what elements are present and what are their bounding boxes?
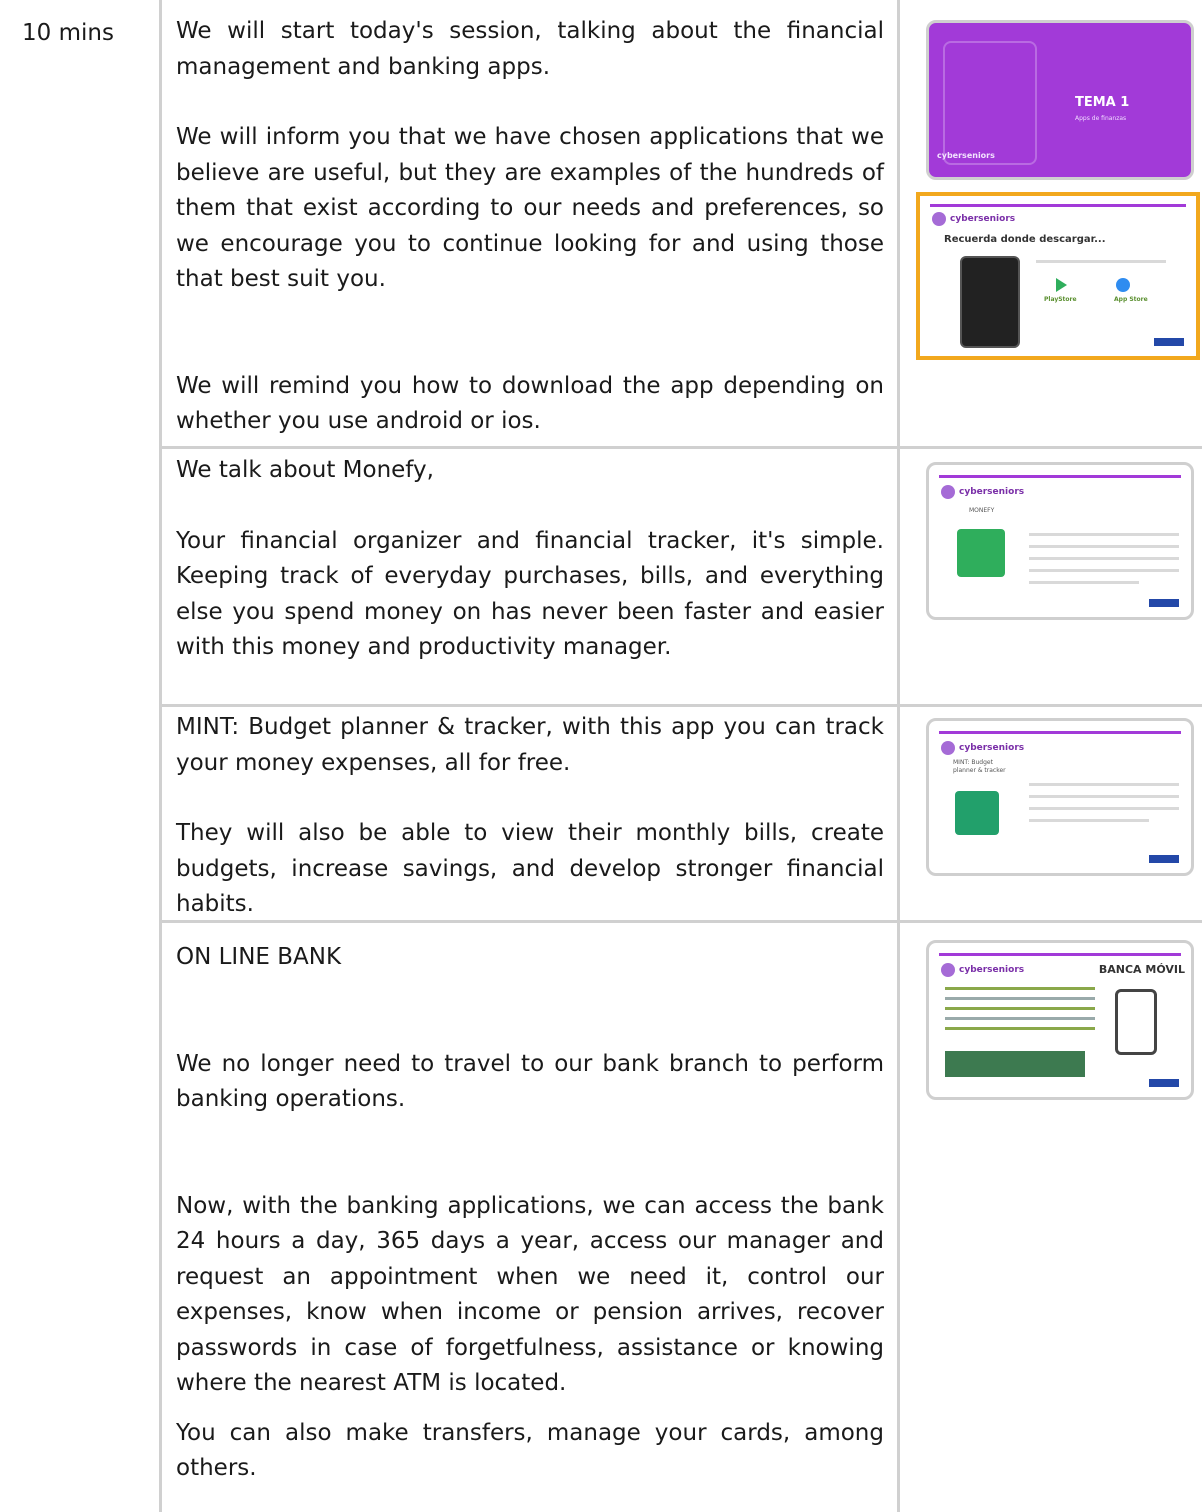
brand-name: cyberseniors — [959, 965, 1025, 975]
text-line — [945, 1007, 1095, 1010]
paragraph: Now, with the banking applications, we c… — [176, 1192, 884, 1397]
hand-touch-icon — [943, 41, 1037, 165]
brand-logo: cyberseniors — [941, 963, 1024, 977]
row-3-text: MINT: Budget planner & tracker, with thi… — [176, 710, 884, 923]
text-line — [945, 1027, 1095, 1030]
phone-icon — [960, 256, 1020, 348]
row-2-text: We talk about Monefy, Your financial org… — [176, 453, 884, 666]
text-line — [1029, 819, 1149, 822]
logo-icon — [941, 485, 955, 499]
slide-subtitle: Apps de finanzas — [1075, 115, 1127, 122]
slide-thumbnail-mint: cyberseniors MINT: Budget planner & trac… — [926, 718, 1194, 876]
text-line — [1029, 533, 1179, 536]
eu-flag-icon — [1149, 855, 1179, 863]
eu-flag-icon — [1154, 338, 1184, 346]
slide-title: BANCA MÓVIL — [1098, 963, 1185, 976]
mint-leaf-icon — [955, 791, 999, 835]
slide-thumbnail-banca-movil: cyberseniors BANCA MÓVIL — [926, 940, 1194, 1100]
slide-accent-bar — [939, 731, 1181, 734]
slide-title: Recuerda donde descargar... — [944, 234, 1106, 245]
paragraph: MINT: Budget planner & tracker, with thi… — [176, 714, 884, 776]
paragraph: We will inform you that we have chosen a… — [176, 124, 884, 292]
logo-icon — [941, 741, 955, 755]
app-label: MONEFY — [969, 507, 995, 514]
eu-flag-icon — [1149, 1079, 1179, 1087]
paragraph: We will start today's session, talking a… — [176, 18, 884, 80]
mobile-card-icon — [1115, 989, 1157, 1055]
app-store-icon — [1116, 278, 1130, 292]
text-line — [1029, 557, 1179, 560]
slide-accent-bar — [930, 204, 1186, 207]
slide-thumbnail-download: cyberseniors Recuerda donde descargar...… — [916, 192, 1200, 360]
duration-label: 10 mins — [22, 20, 114, 46]
row-divider — [160, 704, 1202, 707]
logo-icon — [932, 212, 946, 226]
row-4-text: ON LINE BANK We no longer need to travel… — [176, 940, 884, 1487]
paragraph: They will also be able to view their mon… — [176, 820, 884, 917]
paragraph: We no longer need to travel to our bank … — [176, 1050, 884, 1113]
text-line — [1029, 569, 1179, 572]
text-line — [1036, 260, 1166, 263]
column-divider — [897, 0, 900, 1512]
paragraph: We talk about Monefy, — [176, 457, 434, 483]
paragraph: Your financial organizer and financial t… — [176, 527, 884, 661]
text-line — [1029, 581, 1139, 584]
slide-accent-bar — [939, 953, 1181, 956]
brand-name: cyberseniors — [959, 743, 1025, 753]
brand-logo: cyberseniors — [941, 741, 1024, 755]
app-store-label: App Store — [1114, 296, 1148, 303]
slide-accent-bar — [939, 475, 1181, 478]
brand-name: cyberseniors — [950, 214, 1016, 224]
slide-thumbnail-monefy: cyberseniors MONEFY — [926, 462, 1194, 620]
play-store-icon — [1056, 278, 1067, 292]
text-line — [945, 1017, 1095, 1020]
text-line — [1029, 783, 1179, 786]
text-line — [1029, 545, 1179, 548]
brand-name: cyberseniors — [937, 151, 995, 160]
paragraph: ON LINE BANK — [176, 944, 342, 970]
paragraph: You can also make transfers, manage your… — [176, 1419, 884, 1482]
text-line — [945, 987, 1095, 990]
highlight-box — [945, 1051, 1085, 1077]
lesson-plan-table: 10 mins We will start today's session, t… — [0, 0, 1202, 1512]
row-divider — [160, 446, 1202, 449]
logo-icon — [941, 963, 955, 977]
paragraph: We will remind you how to download the a… — [176, 372, 884, 435]
row-1-text: We will start today's session, talking a… — [176, 14, 884, 440]
column-divider — [159, 0, 162, 1512]
brand-logo: cyberseniors — [932, 212, 1015, 226]
eu-flag-icon — [1149, 599, 1179, 607]
brand-logo: cyberseniors — [941, 485, 1024, 499]
play-store-label: PlayStore — [1044, 296, 1077, 303]
brand-name: cyberseniors — [959, 487, 1025, 497]
text-line — [1029, 795, 1179, 798]
slide-title: TEMA 1 — [1075, 95, 1130, 110]
app-label: MINT: Budget planner & tracker — [953, 759, 1006, 774]
text-line — [945, 997, 1095, 1000]
wallet-icon — [957, 529, 1005, 577]
slide-thumbnail-tema: TEMA 1 Apps de finanzas cyberseniors — [926, 20, 1194, 180]
text-line — [1029, 807, 1179, 810]
